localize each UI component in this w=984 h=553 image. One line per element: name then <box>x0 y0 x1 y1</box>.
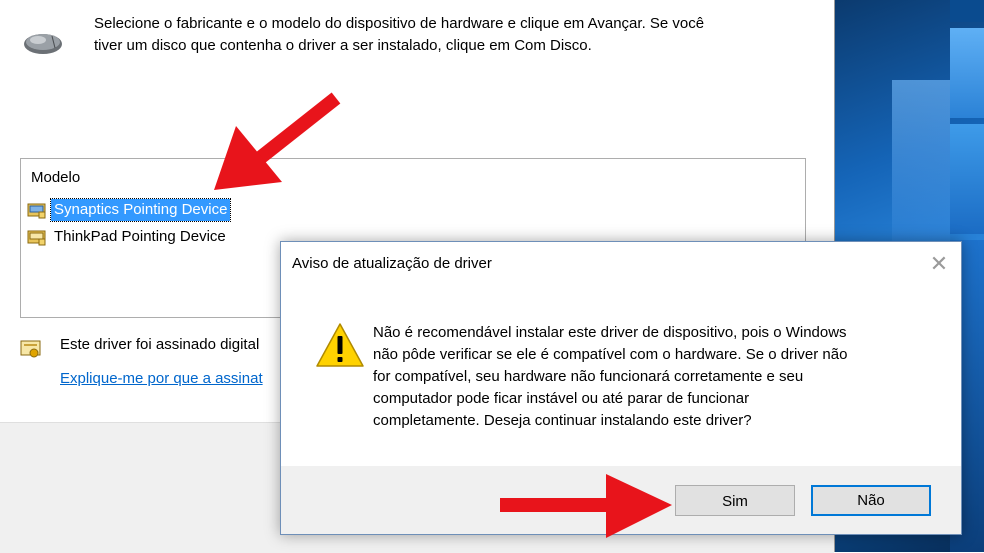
model-label: ThinkPad Pointing Device <box>54 228 226 245</box>
signed-driver-text: Este driver foi assinado digital <box>60 336 260 353</box>
certificate-icon <box>20 340 41 358</box>
driver-package-icon <box>27 203 46 219</box>
dialog-titlebar[interactable]: Aviso de atualização de driver ✕ <box>281 242 961 286</box>
signing-info-link[interactable]: Explique-me por que a assinat <box>60 370 263 387</box>
dialog-body: Não é recomendável instalar este driver … <box>281 286 961 466</box>
annotation-arrow-yes <box>500 474 672 538</box>
yes-button[interactable]: Sim <box>675 485 795 516</box>
no-button[interactable]: Não <box>811 485 931 516</box>
instructions-text: Selecione o fabricante e o modelo do dis… <box>94 15 705 54</box>
dialog-title: Aviso de atualização de driver <box>292 255 492 272</box>
desktop-pane <box>950 28 984 118</box>
driver-package-icon <box>27 230 46 246</box>
close-icon[interactable]: ✕ <box>927 252 951 276</box>
list-item-thinkpad[interactable]: ThinkPad Pointing Device <box>27 225 229 249</box>
desktop-light-pane <box>892 80 950 260</box>
desktop-pane <box>950 0 984 22</box>
warning-icon <box>316 323 364 367</box>
list-item-synaptics[interactable]: Synaptics Pointing Device <box>27 198 232 222</box>
annotation-arrow-model <box>214 92 341 190</box>
model-column-header: Modelo <box>31 169 81 186</box>
warning-message: Não é recomendável instalar este driver … <box>373 324 848 429</box>
model-label: Synaptics Pointing Device <box>49 198 232 222</box>
desktop-pane <box>950 124 984 234</box>
mouse-icon <box>24 34 62 54</box>
